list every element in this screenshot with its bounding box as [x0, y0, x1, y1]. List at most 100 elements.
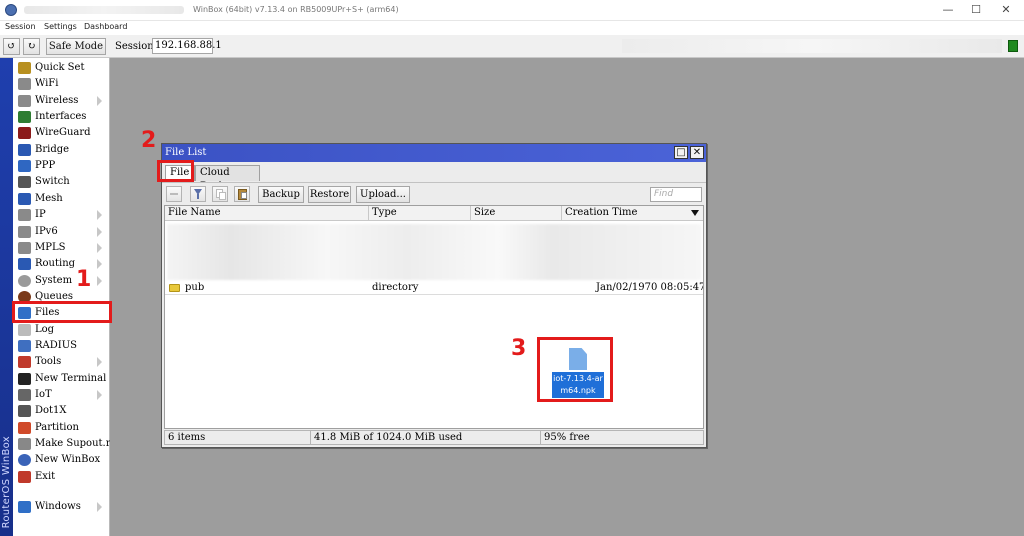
mpls-icon	[18, 241, 31, 254]
sidebar-item-label: Quick Set	[35, 62, 85, 73]
main-toolbar: ↺ ↻ Safe Mode Session: 192.168.88.1	[0, 35, 1024, 58]
interfaces-icon	[18, 111, 31, 124]
submenu-arrow-icon	[97, 275, 102, 286]
sidebar-item-routing[interactable]: Routing	[13, 256, 109, 272]
sort-down-icon[interactable]	[691, 210, 699, 216]
submenu-arrow-icon	[97, 210, 102, 221]
terminal-icon	[18, 372, 31, 385]
sidebar-item-mesh[interactable]: Mesh	[13, 191, 109, 207]
window-close-icon[interactable]: ✕	[690, 146, 704, 159]
safe-mode-button[interactable]: Safe Mode	[46, 38, 106, 55]
sidebar-item-windows[interactable]: Windows	[13, 499, 109, 515]
submenu-arrow-icon	[97, 259, 102, 270]
paste-icon[interactable]	[234, 186, 250, 202]
maximize-button[interactable]: ☐	[968, 3, 984, 17]
mesh-icon	[18, 192, 31, 205]
window-title: WinBox (64bit) v7.13.4 on RB5009UPr+S+ (…	[193, 5, 399, 14]
sidebar-item-tools[interactable]: Tools	[13, 354, 109, 370]
status-items: 6 items	[168, 432, 206, 443]
sidebar-item-label: WiFi	[35, 78, 59, 90]
window-titlebar: WinBox (64bit) v7.13.4 on RB5009UPr+S+ (…	[0, 0, 1024, 21]
sidebar-item-label: Routing	[35, 258, 76, 270]
sidebar-item-new-terminal[interactable]: New Terminal	[13, 371, 109, 387]
sidebar-item-switch[interactable]: Switch	[13, 174, 109, 190]
sidebar-item-ppp[interactable]: PPP	[13, 158, 109, 174]
sidebar-item-wifi[interactable]: WiFi	[13, 76, 109, 92]
sidebar-item-label: Exit	[35, 470, 56, 482]
gear-icon	[18, 274, 31, 287]
sidebar-item-label: New Terminal	[35, 372, 107, 384]
find-input[interactable]: Find	[650, 187, 702, 202]
row-type: directory	[372, 282, 419, 293]
antenna-icon	[18, 94, 31, 107]
copy-icon[interactable]	[212, 186, 228, 202]
upload-button[interactable]: Upload...	[356, 186, 410, 203]
col-file-name[interactable]: File Name	[165, 206, 369, 221]
windows-icon	[18, 501, 31, 513]
sidebar-item-exit[interactable]: Exit	[13, 469, 109, 485]
sidebar-item-wireguard[interactable]: WireGuard	[13, 125, 109, 141]
submenu-arrow-icon	[97, 226, 102, 237]
sidebar-item-bridge[interactable]: Bridge	[13, 142, 109, 158]
bridge-icon	[18, 143, 31, 156]
log-icon	[18, 323, 31, 336]
sidebar-item-wireless[interactable]: Wireless	[13, 93, 109, 109]
connection-status-icon	[1008, 40, 1018, 52]
sidebar-item-label: Mesh	[35, 192, 63, 204]
submenu-arrow-icon	[97, 242, 102, 253]
supout-icon	[18, 438, 31, 451]
window-maximize-icon[interactable]: □	[674, 146, 688, 159]
menu-settings[interactable]: Settings	[44, 22, 77, 31]
sidebar-item-mpls[interactable]: MPLS	[13, 240, 109, 256]
redacted-rows	[167, 224, 701, 280]
sidebar-item-label: MPLS	[35, 241, 66, 253]
iot-icon	[18, 389, 31, 401]
sidebar-item-label: IPv6	[35, 225, 58, 237]
sidebar-item-interfaces[interactable]: Interfaces	[13, 109, 109, 125]
sidebar-item-new-winbox[interactable]: New WinBox	[13, 452, 109, 468]
session-field[interactable]: 192.168.88.1	[152, 38, 222, 54]
sidebar-item-radius[interactable]: RADIUS	[13, 338, 109, 354]
antenna-icon	[18, 78, 31, 91]
sidebar-item-label: Windows	[35, 501, 81, 512]
sidebar-item-dot1x[interactable]: Dot1X	[13, 403, 109, 419]
sidebar-item-label: Partition	[35, 421, 79, 433]
sidebar-item-system[interactable]: System	[13, 273, 109, 289]
submenu-arrow-icon	[97, 95, 102, 106]
minimize-button[interactable]: —	[940, 3, 956, 17]
sidebar-item-partition[interactable]: Partition	[13, 420, 109, 436]
sidebar-item-ipv6[interactable]: IPv6	[13, 224, 109, 240]
sidebar-item-log[interactable]: Log	[13, 322, 109, 338]
undo-button[interactable]: ↺	[3, 38, 20, 55]
col-creation-time[interactable]: Creation Time	[562, 206, 703, 221]
session-label: Session:	[115, 41, 158, 52]
sidebar-item-label: IP	[35, 209, 46, 221]
sidebar-item-quick-set[interactable]: Quick Set	[13, 60, 109, 76]
col-size[interactable]: Size	[471, 206, 562, 221]
restore-button[interactable]: Restore	[308, 186, 351, 203]
menu-session[interactable]: Session	[5, 22, 36, 31]
sidebar-item-make-supout-rif[interactable]: Make Supout.rif	[13, 436, 117, 452]
annotation-box-dropped-file	[537, 337, 613, 402]
file-list-window[interactable]: File List □ ✕ File Cloud Backup Backup R…	[161, 143, 707, 448]
redo-button[interactable]: ↻	[23, 38, 40, 55]
filter-icon[interactable]	[190, 186, 206, 202]
col-type[interactable]: Type	[369, 206, 471, 221]
sidebar-item-ip[interactable]: IP	[13, 207, 109, 223]
redacted-toolbar-area	[622, 39, 1002, 53]
partition-icon	[18, 421, 31, 434]
sidebar-item-iot[interactable]: IoT	[13, 387, 109, 403]
menu-bar: Session Settings Dashboard	[0, 21, 1024, 35]
sidebar-item-label: Switch	[35, 176, 70, 188]
remove-icon[interactable]	[166, 186, 182, 202]
sidebar-item-label: System	[35, 274, 73, 286]
menu-dashboard[interactable]: Dashboard	[84, 22, 127, 31]
file-list-titlebar[interactable]: File List □ ✕	[162, 144, 706, 162]
sidebar-item-label: Log	[35, 323, 55, 335]
sidebar-item-label: WireGuard	[35, 127, 91, 139]
close-button[interactable]: ✕	[998, 3, 1014, 17]
annotation-box-file-tab	[157, 160, 194, 182]
backup-button[interactable]: Backup	[258, 186, 304, 203]
tab-cloud-backup[interactable]: Cloud Backup	[195, 165, 260, 192]
table-row[interactable]: pub directory Jan/02/1970 08:05:47	[165, 281, 703, 295]
